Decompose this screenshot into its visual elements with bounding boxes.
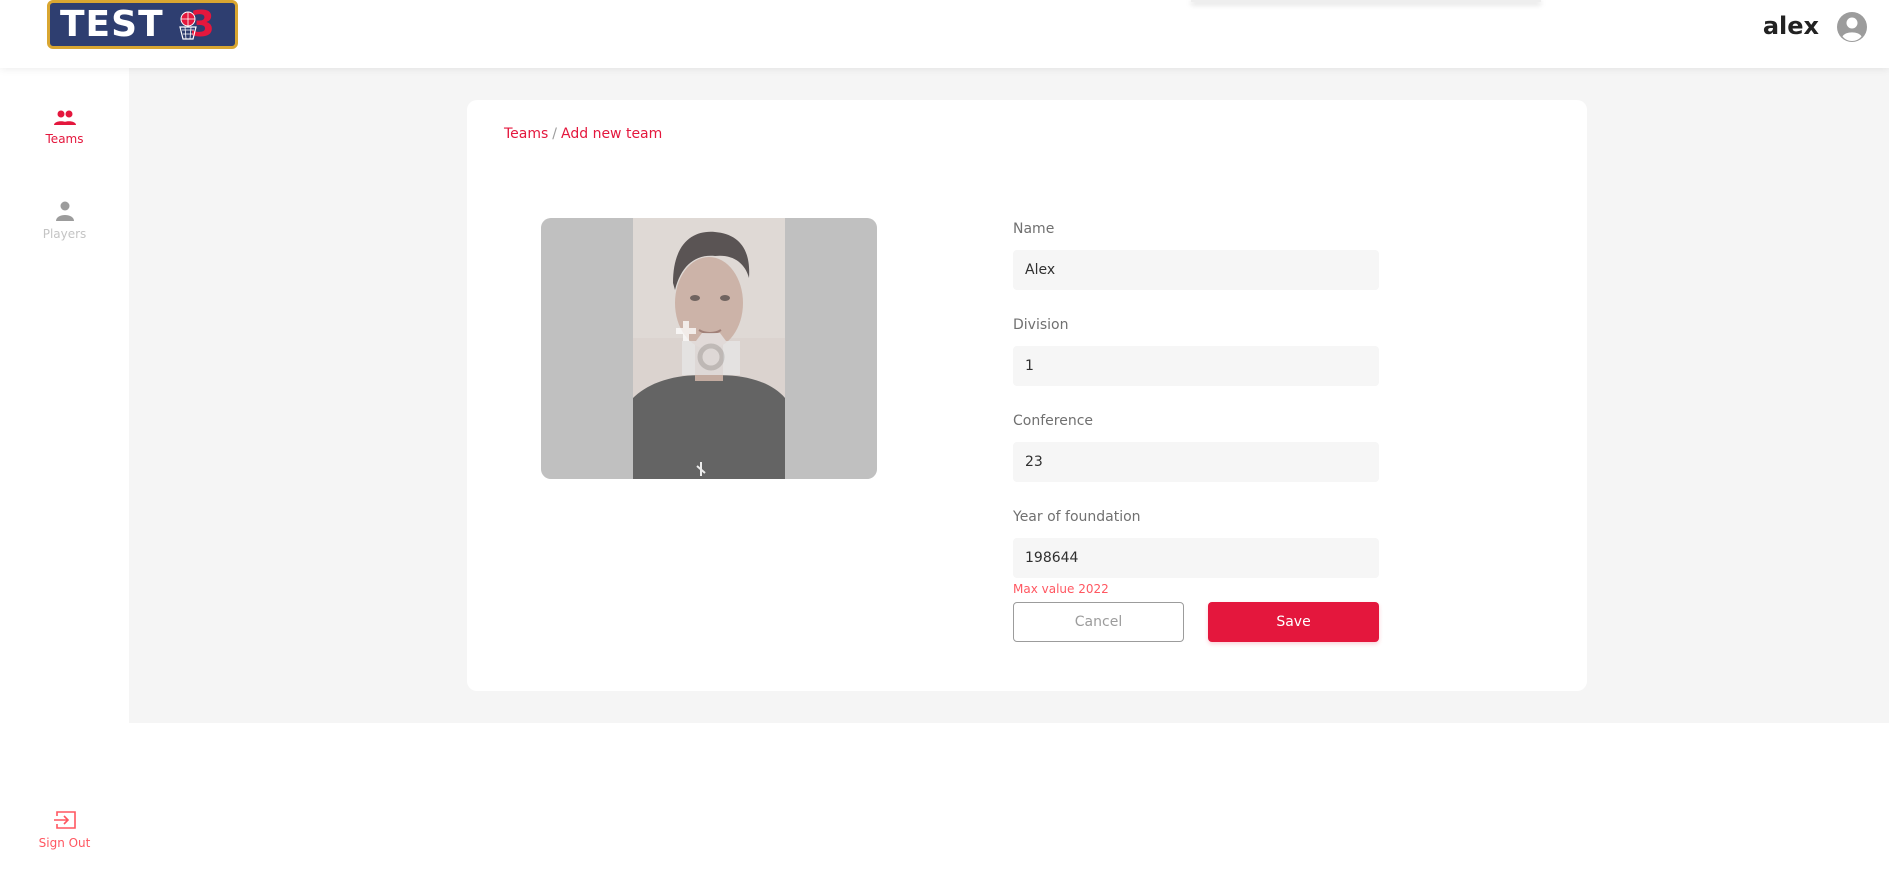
validation-error: Max value 2022 xyxy=(1013,582,1109,596)
user-name[interactable]: alex xyxy=(1763,12,1819,40)
app-logo[interactable]: TEST 3 xyxy=(47,0,238,49)
conference-input[interactable]: 23 xyxy=(1013,442,1379,482)
sign-out-label: Sign Out xyxy=(38,836,91,850)
logo-text: TEST xyxy=(60,3,164,45)
name-label: Name xyxy=(1013,221,1055,237)
division-input[interactable]: 1 xyxy=(1013,346,1379,386)
person-icon xyxy=(55,201,74,221)
division-label: Division xyxy=(1013,317,1069,333)
sign-out-icon xyxy=(53,811,76,829)
sidebar-item-players[interactable]: Players xyxy=(0,201,129,241)
sidebar-item-teams[interactable]: Teams xyxy=(0,110,129,146)
year-of-foundation-input[interactable]: 198644 xyxy=(1013,538,1379,578)
sidebar: Teams Players Sign Out xyxy=(0,68,129,869)
save-button[interactable]: Save xyxy=(1208,602,1379,642)
breadcrumb: Teams / Add new team xyxy=(504,126,662,142)
add-photo-icon xyxy=(676,321,740,375)
conference-label: Conference xyxy=(1013,413,1094,429)
breadcrumb-current: Add new team xyxy=(561,126,663,142)
dropdown-edge xyxy=(1191,0,1541,2)
breadcrumb-separator: / xyxy=(552,126,558,142)
year-of-foundation-label: Year of foundation xyxy=(1013,509,1141,525)
name-input[interactable]: Alex xyxy=(1013,250,1379,290)
user-avatar-icon[interactable] xyxy=(1836,11,1868,43)
basketball-hoop-icon xyxy=(179,11,197,40)
breadcrumb-root[interactable]: Teams xyxy=(504,126,548,142)
teams-icon xyxy=(53,110,76,125)
sidebar-item-label: Players xyxy=(42,227,87,241)
sign-out-button[interactable]: Sign Out xyxy=(0,810,129,850)
top-header: TEST 3 alex xyxy=(0,0,1889,68)
sidebar-item-label: Teams xyxy=(45,132,84,146)
team-logo-upload[interactable] xyxy=(541,218,877,479)
cancel-button[interactable]: Cancel xyxy=(1013,602,1184,642)
